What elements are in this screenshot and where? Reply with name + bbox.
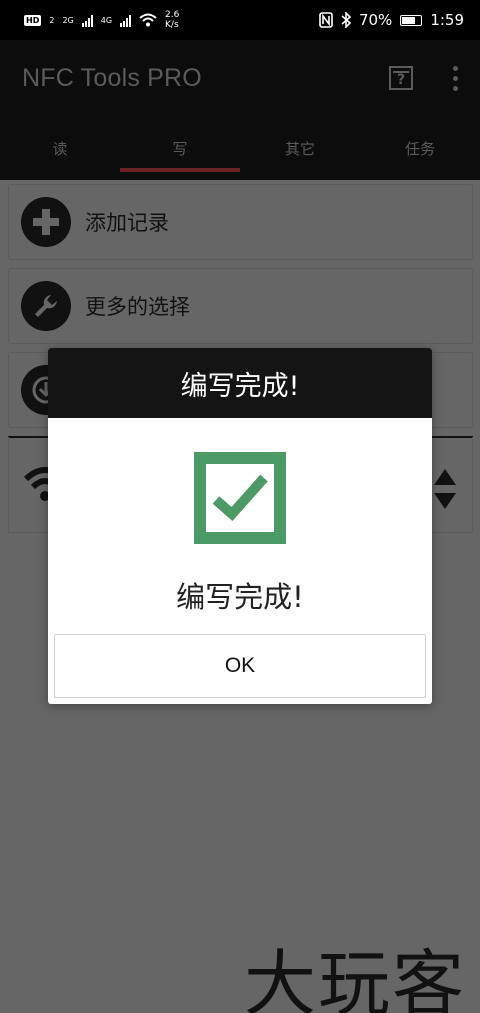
signal-bars-1-icon — [81, 13, 93, 27]
status-right: 70% 1:59 — [319, 11, 464, 29]
dialog-message: 编写完成! — [176, 580, 304, 614]
network-speed: 2.6 K/s — [165, 10, 179, 30]
tab-read[interactable]: 读 — [0, 116, 120, 180]
add-record-label: 添加记录 — [85, 211, 169, 235]
bluetooth-icon — [341, 12, 351, 28]
more-options-icon[interactable] — [453, 65, 458, 91]
dialog-title: 编写完成! — [48, 348, 432, 418]
speed-value: 2.6 — [165, 10, 180, 20]
tab-write[interactable]: 写 — [120, 116, 240, 180]
plus-icon — [21, 197, 71, 247]
battery-percent: 70% — [358, 11, 393, 29]
ok-button[interactable]: OK — [54, 634, 426, 698]
network-type-2: 4G — [100, 15, 113, 25]
network-type-1: 2G — [62, 15, 74, 25]
nfc-icon — [319, 12, 333, 28]
hd-indicator: HD — [24, 14, 42, 26]
app-bar: NFC Tools PRO ? 读 写 其它 任务 — [0, 40, 480, 180]
more-options-label: 更多的选择 — [85, 295, 190, 319]
watermark: 大玩客 — [243, 942, 466, 1013]
hd-sim-number: 2 — [49, 15, 55, 25]
speed-unit: K/s — [165, 20, 179, 30]
status-bar: HD 2 2G 4G 2.6 K/s 70% 1:59 — [0, 0, 480, 40]
help-glyph: ? — [396, 71, 406, 88]
add-record-button[interactable]: 添加记录 — [8, 184, 473, 260]
tab-tasks[interactable]: 任务 — [360, 116, 480, 180]
wrench-icon — [21, 281, 71, 331]
write-complete-dialog: 编写完成! 编写完成! OK — [48, 348, 432, 704]
clock: 1:59 — [430, 11, 464, 29]
wifi-status-icon — [139, 13, 157, 27]
sort-icon[interactable] — [432, 467, 458, 511]
battery-icon — [400, 14, 423, 26]
help-icon[interactable]: ? — [389, 66, 413, 90]
tab-other[interactable]: 其它 — [240, 116, 360, 180]
signal-bars-2-icon — [120, 13, 132, 27]
checkbox-check-icon — [194, 452, 286, 544]
more-options-button[interactable]: 更多的选择 — [8, 268, 473, 344]
status-left: HD 2 2G 4G 2.6 K/s — [24, 10, 179, 30]
toolbar: NFC Tools PRO ? — [0, 40, 480, 116]
toolbar-actions: ? — [389, 65, 458, 91]
app-title: NFC Tools PRO — [22, 63, 202, 92]
tab-bar: 读 写 其它 任务 — [0, 116, 480, 180]
